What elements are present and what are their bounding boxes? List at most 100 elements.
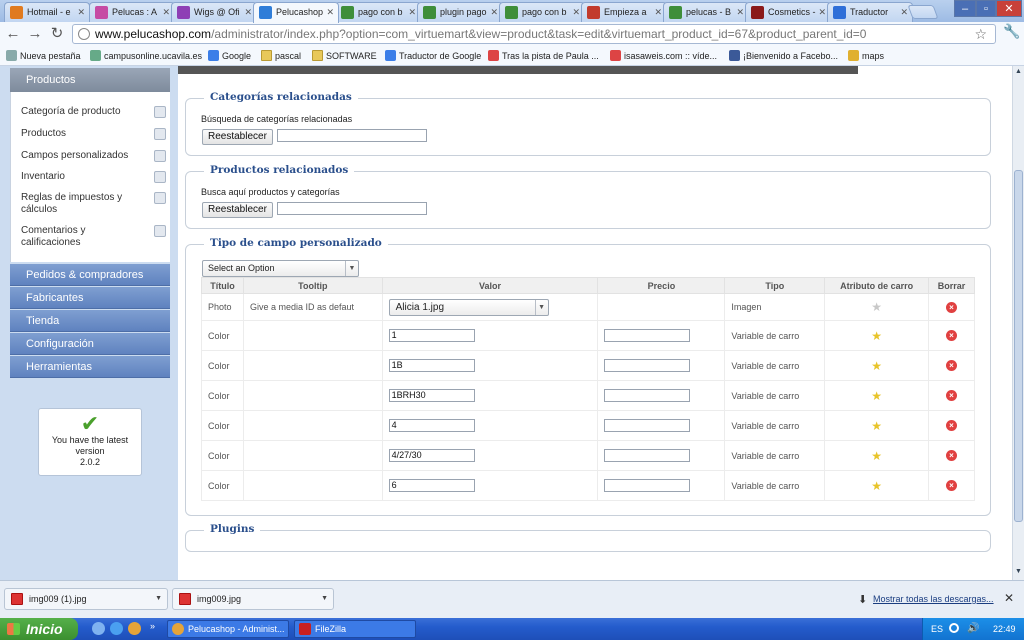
close-tab-icon[interactable]: ✕ — [326, 3, 334, 21]
sidebar-item-campos[interactable]: Campos personalizados — [21, 150, 166, 162]
language-indicator[interactable]: ES — [931, 618, 943, 640]
valor-input[interactable]: 1BRH30 — [388, 389, 475, 402]
precio-input[interactable] — [604, 329, 691, 342]
forward-button[interactable]: → — [26, 25, 44, 43]
sidebar-item-comentarios[interactable]: Comentarios y calificaciones — [21, 225, 166, 249]
chevron-down-icon[interactable]: ▼ — [155, 589, 162, 609]
bookmark-item[interactable]: Tras la pista de Paula ... — [488, 50, 599, 61]
wrench-icon[interactable]: 🔧 — [1003, 23, 1020, 40]
scroll-down-arrow[interactable]: ▼ — [1014, 568, 1023, 575]
bookmark-item[interactable]: Traductor de Google — [385, 50, 481, 61]
reset-categories-button[interactable]: Reestablecer — [202, 129, 273, 145]
sidebar-item-productos[interactable]: Productos — [21, 128, 166, 140]
ie-quicklaunch-icon[interactable] — [110, 622, 123, 635]
media-select[interactable]: Alicia 1.jpg ▼ — [388, 298, 549, 316]
cart-attribute-star-icon[interactable]: ★ — [871, 359, 882, 373]
new-tab-button[interactable] — [907, 5, 939, 19]
reload-button[interactable]: ↻ — [48, 25, 66, 43]
related-products-input[interactable] — [277, 202, 427, 215]
bookmark-item[interactable]: ¡Bienvenido a Facebo... — [729, 50, 838, 61]
bookmark-item[interactable]: maps — [848, 50, 884, 61]
minimize-button[interactable]: – — [954, 0, 976, 17]
related-categories-input[interactable] — [277, 129, 427, 142]
quicklaunch-overflow-icon[interactable]: » — [150, 621, 155, 631]
sidebar-section-configuracion[interactable]: Configuración — [10, 333, 170, 355]
cart-attribute-star-icon[interactable]: ★ — [871, 300, 882, 314]
delete-icon[interactable]: × — [945, 330, 957, 341]
custom-field-type-select[interactable]: Select an Option ▼ — [202, 260, 359, 277]
taskbar-task-chrome[interactable]: Pelucashop - Administ... — [167, 620, 289, 638]
browser-tab[interactable]: plugin pago ✕ — [417, 2, 503, 22]
taskbar-task-filezilla[interactable]: FileZilla — [294, 620, 416, 638]
cart-attribute-star-icon[interactable]: ★ — [871, 329, 882, 343]
network-icon[interactable] — [949, 623, 959, 633]
valor-input[interactable]: 4 — [388, 419, 475, 432]
page-info-icon[interactable] — [78, 28, 90, 40]
close-tab-icon[interactable]: ✕ — [77, 3, 85, 21]
close-tab-icon[interactable]: ✕ — [244, 3, 252, 21]
valor-input[interactable]: 4/27/30 — [388, 449, 475, 462]
cart-attribute-star-icon[interactable]: ★ — [871, 419, 882, 433]
precio-input[interactable] — [604, 479, 691, 492]
sidebar-item-categoria[interactable]: Categoría de producto — [21, 106, 166, 118]
close-window-button[interactable]: ✕ — [996, 0, 1022, 17]
valor-input[interactable]: 1B — [388, 359, 475, 372]
cart-attribute-star-icon[interactable]: ★ — [871, 449, 882, 463]
sidebar-header-productos[interactable]: Productos — [10, 68, 170, 92]
browser-tab[interactable]: pago con b ✕ — [499, 2, 585, 22]
sidebar-section-pedidos[interactable]: Pedidos & compradores — [10, 264, 170, 286]
bookmark-star-icon[interactable]: ☆ — [974, 25, 987, 43]
clock[interactable]: 22:49 — [993, 618, 1016, 640]
bookmark-item[interactable]: isasaweis.com :: víde... — [610, 50, 717, 61]
browser-tab[interactable]: Traductor ✕ — [827, 2, 913, 22]
browser-tab[interactable]: Pelucashop ✕ — [253, 2, 339, 23]
close-downloads-icon[interactable]: ✕ — [1004, 591, 1014, 605]
download-item[interactable]: img009 (1).jpg ▼ — [4, 588, 168, 610]
delete-icon[interactable]: × — [945, 301, 957, 313]
browser-tab[interactable]: Hotmail - e ✕ — [4, 2, 90, 22]
delete-icon[interactable]: × — [945, 390, 957, 401]
reset-products-button[interactable]: Reestablecer — [202, 202, 273, 218]
cart-attribute-star-icon[interactable]: ★ — [871, 389, 882, 403]
sidebar-section-tienda[interactable]: Tienda — [10, 310, 170, 332]
browser-tab[interactable]: pago con b ✕ — [335, 2, 421, 22]
desktop-quicklaunch-icon[interactable] — [92, 622, 105, 635]
chevron-down-icon[interactable]: ▼ — [321, 589, 328, 609]
bookmark-item[interactable]: campusonline.ucavila.es — [90, 50, 202, 61]
bookmark-item[interactable]: pascal — [261, 50, 301, 61]
bookmark-item[interactable]: Nueva pestaña — [6, 50, 81, 61]
close-tab-icon[interactable]: ✕ — [736, 3, 744, 21]
scrollbar-thumb[interactable] — [1014, 170, 1023, 522]
volume-icon[interactable]: 🔊 — [967, 618, 979, 640]
delete-icon[interactable]: × — [945, 420, 957, 431]
back-button[interactable]: ← — [4, 25, 22, 43]
delete-icon[interactable]: × — [945, 360, 957, 371]
sidebar-item-inventario[interactable]: Inventario — [21, 171, 166, 183]
precio-input[interactable] — [604, 449, 691, 462]
close-tab-icon[interactable]: ✕ — [818, 3, 826, 21]
precio-input[interactable] — [604, 389, 691, 402]
browser-tab[interactable]: Cosmetics - ✕ — [745, 2, 831, 22]
start-button[interactable]: Inicio — [0, 618, 78, 640]
page-scrollbar[interactable]: ▲ ▼ — [1012, 66, 1024, 580]
close-tab-icon[interactable]: ✕ — [654, 3, 662, 21]
download-item[interactable]: img009.jpg ▼ — [172, 588, 334, 610]
show-all-downloads-link[interactable]: Mostrar todas las descargas... — [873, 594, 994, 604]
chrome-quicklaunch-icon[interactable] — [128, 622, 141, 635]
bookmark-item[interactable]: SOFTWARE — [312, 50, 377, 61]
valor-input[interactable]: 1 — [388, 329, 475, 342]
sidebar-section-fabricantes[interactable]: Fabricantes — [10, 287, 170, 309]
browser-tab[interactable]: Pelucas : A ✕ — [89, 2, 175, 22]
close-tab-icon[interactable]: ✕ — [408, 3, 416, 21]
valor-input[interactable]: 6 — [388, 479, 475, 492]
browser-tab[interactable]: Wigs @ Ofi ✕ — [171, 2, 257, 22]
sidebar-item-impuestos[interactable]: Reglas de impuestos y cálculos — [21, 192, 166, 216]
browser-tab[interactable]: Empieza a ✕ — [581, 2, 667, 22]
scroll-up-arrow[interactable]: ▲ — [1014, 68, 1023, 75]
close-tab-icon[interactable]: ✕ — [162, 3, 170, 21]
delete-icon[interactable]: × — [945, 480, 957, 491]
bookmark-item[interactable]: Google — [208, 50, 251, 61]
browser-tab[interactable]: pelucas - B ✕ — [663, 2, 749, 22]
restore-button[interactable]: ▫ — [976, 0, 996, 17]
cart-attribute-star-icon[interactable]: ★ — [871, 479, 882, 493]
